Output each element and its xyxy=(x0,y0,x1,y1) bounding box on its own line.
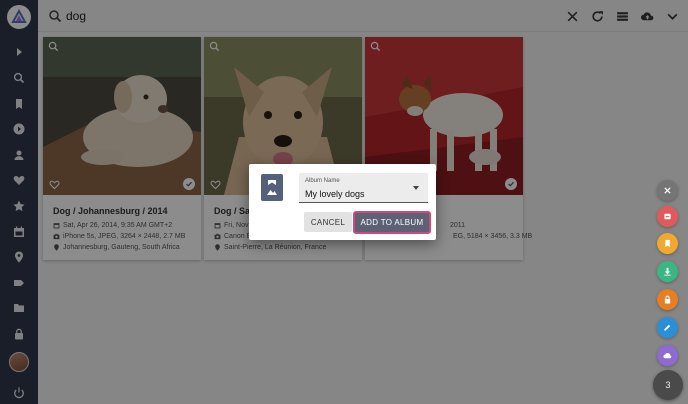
remove-icon xyxy=(664,213,671,220)
share-button[interactable] xyxy=(657,345,678,366)
close-icon xyxy=(664,187,671,194)
cancel-button[interactable]: CANCEL xyxy=(304,212,352,232)
selection-count-button[interactable]: 3 xyxy=(653,370,683,400)
remove-from-album-button[interactable] xyxy=(657,206,678,227)
dropdown-arrow-icon[interactable] xyxy=(413,186,419,190)
make-private-button[interactable] xyxy=(657,289,678,310)
add-to-album-button[interactable]: ADD TO ALBUM xyxy=(353,211,431,234)
add-to-album-dialog: Album Name My lovely dogs CANCEL ADD TO … xyxy=(249,164,436,240)
bookmark-icon xyxy=(665,239,670,248)
clear-selection-button[interactable] xyxy=(657,180,678,201)
add-to-album-fab[interactable] xyxy=(657,233,678,254)
album-name-label: Album Name xyxy=(305,178,340,184)
edit-icon xyxy=(664,324,671,331)
lock-icon xyxy=(664,295,671,304)
album-icon xyxy=(261,174,283,201)
download-button[interactable] xyxy=(657,261,678,282)
album-name-value[interactable]: My lovely dogs xyxy=(305,189,365,199)
cloud-icon xyxy=(663,352,672,359)
download-icon xyxy=(664,267,671,276)
album-name-select[interactable]: Album Name My lovely dogs xyxy=(299,173,428,203)
edit-button[interactable] xyxy=(657,317,678,338)
